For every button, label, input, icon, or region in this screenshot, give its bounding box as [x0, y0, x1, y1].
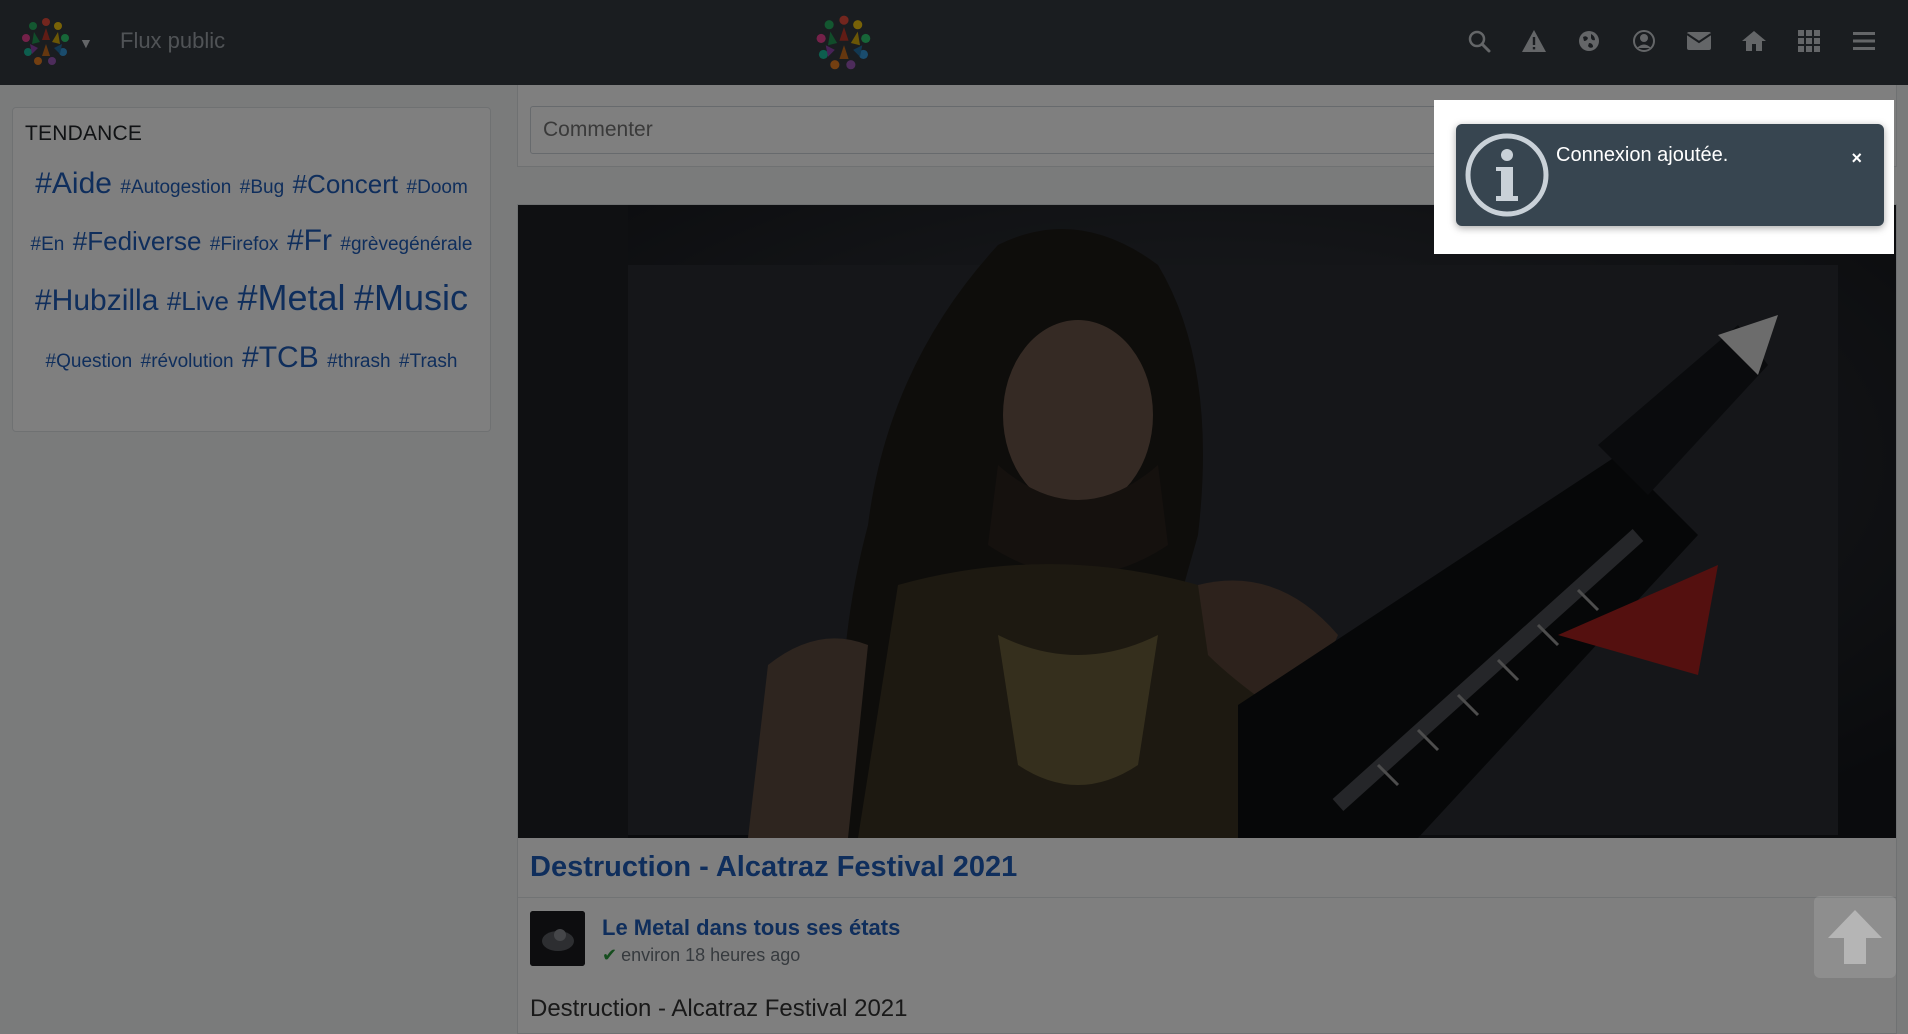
scroll-to-top-button[interactable] [1814, 896, 1896, 978]
close-icon[interactable]: × [1851, 148, 1862, 169]
notification-toast: Connexion ajoutée. × [1456, 124, 1884, 226]
arrow-up-icon [1828, 910, 1882, 964]
info-icon [1465, 133, 1549, 217]
notification-message: Connexion ajoutée. [1556, 144, 1729, 166]
